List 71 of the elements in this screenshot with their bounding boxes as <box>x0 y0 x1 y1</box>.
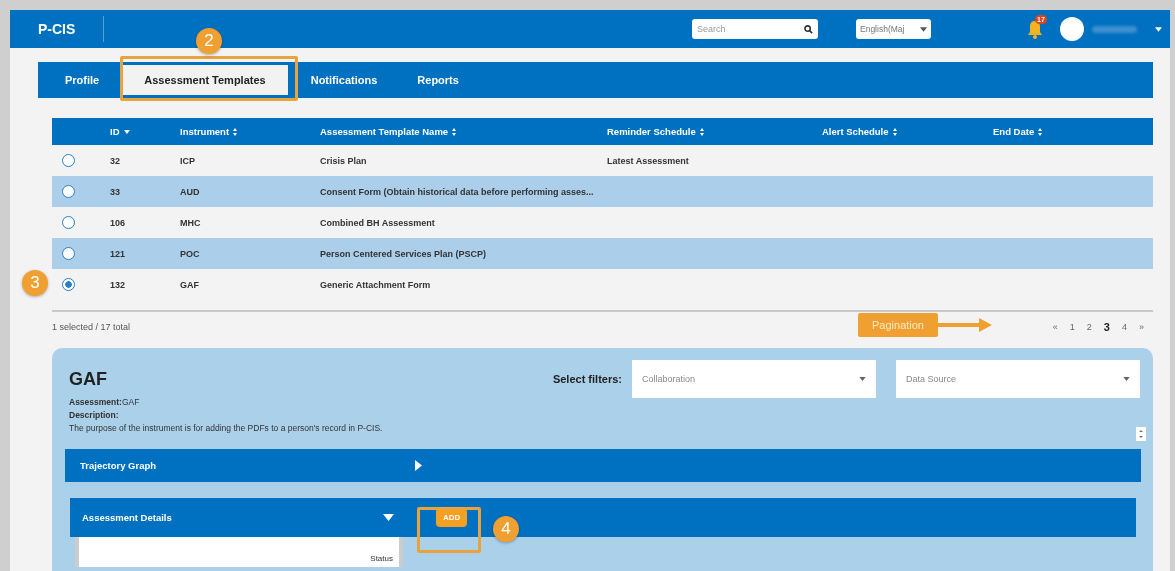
user-name-blurred <box>1092 25 1137 33</box>
table-cell: MHC <box>180 217 201 228</box>
assessment-info: Assessment:GAF <box>69 396 140 409</box>
column-header[interactable]: End Date <box>993 126 1035 137</box>
language-select[interactable]: English(Maj <box>856 19 931 39</box>
caret-icon[interactable] <box>1155 26 1162 32</box>
page-link[interactable]: « <box>1047 321 1063 333</box>
callout-label: Pagination <box>858 313 938 337</box>
sort-icon[interactable] <box>452 127 457 136</box>
bell-icon[interactable] <box>1026 19 1044 39</box>
table-cell: Combined BH Assessment <box>320 217 435 228</box>
accordion-header[interactable]: Trajectory Graph <box>65 449 1141 482</box>
table-cell: Generic Attachment Form <box>320 279 431 290</box>
spinner-icon[interactable] <box>1136 427 1146 441</box>
radio-button[interactable] <box>62 185 75 198</box>
description-text: The purpose of the instrument is for adding the PDFs to a person's record in P-CIS. <box>69 422 383 435</box>
tab[interactable]: Notifications <box>293 65 395 95</box>
caret-down-icon <box>383 514 394 521</box>
caret-icon[interactable] <box>859 377 866 381</box>
column-header[interactable]: Assessment Template Name <box>320 126 449 137</box>
caret-icon <box>920 26 927 32</box>
caret-icon[interactable] <box>1123 377 1130 381</box>
table-cell: 32 <box>110 155 120 166</box>
sort-icon[interactable] <box>233 127 238 136</box>
table-cell: 33 <box>110 186 120 197</box>
column-header[interactable]: Instrument <box>180 126 230 137</box>
page-link[interactable]: 2 <box>1081 321 1097 333</box>
table-cell: Latest Assessment <box>607 155 689 166</box>
column-header[interactable]: Alert Schedule <box>822 126 889 137</box>
filters-label: Select filters: <box>552 373 622 385</box>
search-icon <box>804 24 813 34</box>
sort-icon[interactable] <box>892 127 897 136</box>
filter-dropdown[interactable]: Data Source <box>896 360 1140 398</box>
radio-button[interactable] <box>62 154 75 167</box>
table-cell: POC <box>180 248 200 259</box>
page-link[interactable]: 4 <box>1116 321 1132 333</box>
table-cell: Consent Form (Obtain historical data before performing asses... <box>320 186 594 197</box>
column-header: Status <box>370 554 393 563</box>
table-cell: 132 <box>110 279 126 290</box>
accordion-header[interactable]: Assessment Details <box>82 498 400 537</box>
sort-icon[interactable] <box>1038 127 1043 136</box>
highlight-frame <box>417 507 481 553</box>
page-link[interactable]: » <box>1134 321 1149 333</box>
page-link[interactable]: 3 <box>1098 321 1115 333</box>
app-logo: P-CIS <box>38 21 76 37</box>
search-field[interactable]: Search <box>692 19 818 39</box>
avatar[interactable] <box>1060 17 1084 41</box>
sort-down-icon[interactable] <box>123 129 130 134</box>
table-cell: AUD <box>180 186 200 197</box>
table-cell: GAF <box>180 279 199 290</box>
table-cell: 106 <box>110 217 126 228</box>
tab[interactable]: Assessment Templates <box>122 65 288 95</box>
radio-button[interactable] <box>62 278 75 291</box>
description-label: Description: <box>69 409 119 422</box>
page-link[interactable]: 1 <box>1064 321 1080 333</box>
table-cell: ICP <box>180 155 195 166</box>
filter-dropdown[interactable]: Collaboration <box>632 360 876 398</box>
detail-title: GAF <box>69 369 107 390</box>
sort-icon[interactable] <box>699 127 704 136</box>
tab[interactable]: Reports <box>400 65 476 95</box>
column-header[interactable]: ID <box>110 126 120 137</box>
radio-button[interactable] <box>62 247 75 260</box>
table-cell: Person Centered Services Plan (PSCP) <box>320 248 487 259</box>
table-cell: Crisis Plan <box>320 155 367 166</box>
selection-summary: 1 selected / 17 total <box>52 322 131 332</box>
caret-right-icon <box>415 460 422 471</box>
column-header[interactable]: Reminder Schedule <box>607 126 696 137</box>
callout-arrow <box>937 318 992 332</box>
table-cell: 121 <box>110 248 126 259</box>
radio-button[interactable] <box>62 216 75 229</box>
tab[interactable]: Profile <box>48 65 117 95</box>
